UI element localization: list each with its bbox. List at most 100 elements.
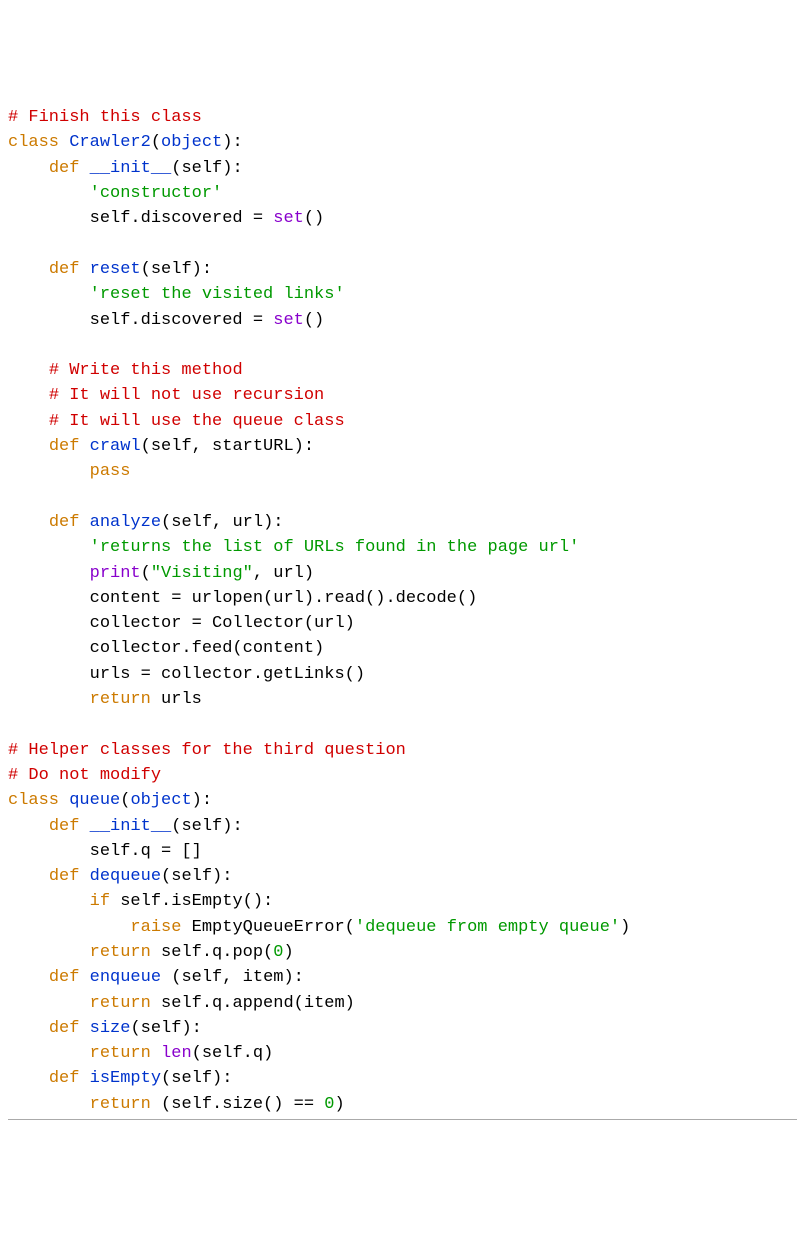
indent (8, 462, 90, 481)
method-name: analyze (90, 513, 161, 532)
indent (8, 690, 90, 709)
indent (8, 943, 90, 962)
indent (8, 1019, 49, 1038)
indent (8, 184, 90, 203)
indent (8, 1069, 49, 1088)
indent (8, 437, 49, 456)
space (79, 437, 89, 456)
string-literal: "Visiting" (151, 564, 253, 583)
indent (8, 159, 49, 178)
comment: # It will use the queue class (49, 412, 345, 431)
code-block: # Finish this class class Crawler2(objec… (8, 105, 797, 1120)
paren: ) (620, 918, 630, 937)
indent (8, 994, 90, 1013)
number-literal: 0 (324, 1095, 334, 1114)
code-text: self.q.append(item) (151, 994, 355, 1013)
indent (8, 386, 49, 405)
indent (8, 285, 90, 304)
keyword-if: if (90, 892, 110, 911)
keyword-def: def (49, 1019, 80, 1038)
code-text: self.q.pop( (151, 943, 273, 962)
indent (8, 513, 49, 532)
docstring: 'constructor' (90, 184, 223, 203)
docstring: 'reset the visited links' (90, 285, 345, 304)
space (59, 791, 69, 810)
paren: ( (151, 133, 161, 152)
method-name: dequeue (90, 867, 161, 886)
keyword-return: return (90, 1044, 151, 1063)
params: (self): (130, 1019, 201, 1038)
keyword-def: def (49, 867, 80, 886)
indent (8, 918, 130, 937)
indent (8, 968, 49, 987)
builtin-set: set (273, 311, 304, 330)
parens: () (304, 311, 324, 330)
indent (8, 361, 49, 380)
code-text: (self.size() == (151, 1095, 324, 1114)
space (79, 817, 89, 836)
keyword-return: return (90, 994, 151, 1013)
code-text: content = urlopen(url).read().decode() (8, 589, 477, 608)
string-literal: 'dequeue from empty queue' (355, 918, 620, 937)
paren: ( (141, 564, 151, 583)
params: (self): (171, 159, 242, 178)
code-text: collector.feed(content) (8, 639, 324, 658)
indent (8, 1095, 90, 1114)
keyword-def: def (49, 817, 80, 836)
code-text: self.q = [] (8, 842, 202, 861)
indent (8, 1044, 90, 1063)
params: (self): (161, 1069, 232, 1088)
code-text: self.discovered = (8, 209, 273, 228)
indent (8, 260, 49, 279)
space (79, 159, 89, 178)
space (79, 1019, 89, 1038)
comment: # It will not use recursion (49, 386, 324, 405)
method-name: reset (90, 260, 141, 279)
params: (self, item): (161, 968, 304, 987)
parens: () (304, 209, 324, 228)
code-text: self.discovered = (8, 311, 273, 330)
comment: # Helper classes for the third question (8, 741, 406, 760)
method-name: enqueue (90, 968, 161, 987)
params: (self): (161, 867, 232, 886)
method-name: __init__ (90, 159, 172, 178)
params: (self): (141, 260, 212, 279)
builtin-print: print (90, 564, 141, 583)
paren: ) (283, 943, 293, 962)
params: (self, url): (161, 513, 283, 532)
code-text: urls = collector.getLinks() (8, 665, 365, 684)
keyword-return: return (90, 1095, 151, 1114)
keyword-def: def (49, 513, 80, 532)
keyword-def: def (49, 1069, 80, 1088)
code-text: collector = Collector(url) (8, 614, 355, 633)
class-name: Crawler2 (69, 133, 151, 152)
keyword-raise: raise (130, 918, 181, 937)
builtin-len: len (161, 1044, 192, 1063)
code-text: (self.q) (192, 1044, 274, 1063)
comment: # Do not modify (8, 766, 161, 785)
builtin-set: set (273, 209, 304, 228)
code-text: urls (151, 690, 202, 709)
method-name: crawl (90, 437, 141, 456)
base-class: object (161, 133, 222, 152)
indent (8, 412, 49, 431)
code-text: self.isEmpty(): (110, 892, 273, 911)
code-text: EmptyQueueError( (181, 918, 354, 937)
keyword-def: def (49, 159, 80, 178)
indent (8, 817, 49, 836)
keyword-pass: pass (90, 462, 131, 481)
keyword-return: return (90, 943, 151, 962)
docstring: 'returns the list of URLs found in the p… (90, 538, 580, 557)
params: (self, startURL): (141, 437, 314, 456)
method-name: __init__ (90, 817, 172, 836)
comment: # Write this method (49, 361, 243, 380)
params: (self): (171, 817, 242, 836)
keyword-class: class (8, 791, 59, 810)
indent (8, 867, 49, 886)
space (59, 133, 69, 152)
space (79, 867, 89, 886)
keyword-def: def (49, 437, 80, 456)
space (79, 513, 89, 532)
space (151, 1044, 161, 1063)
keyword-def: def (49, 968, 80, 987)
